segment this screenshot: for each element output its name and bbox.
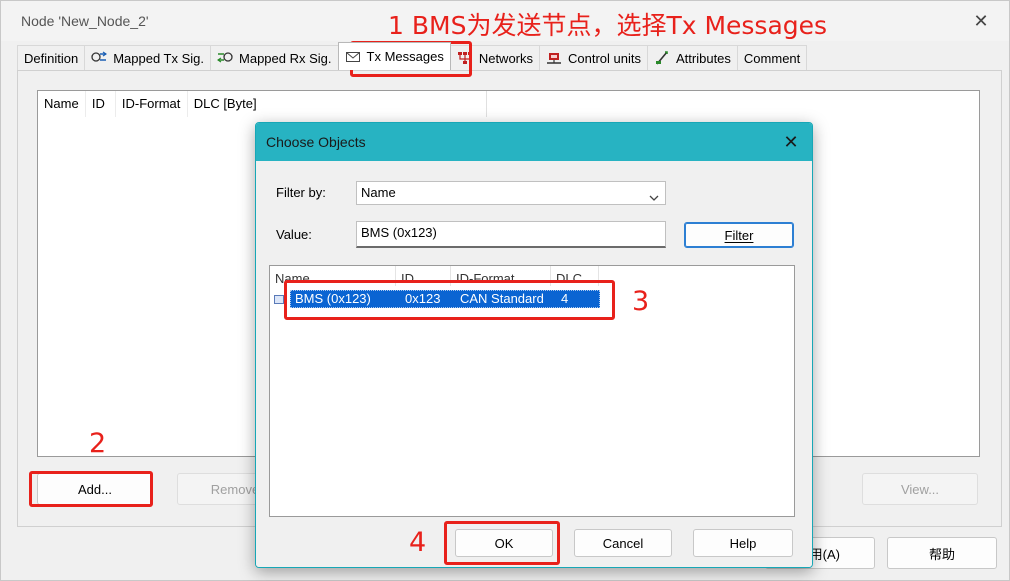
- column-header-id[interactable]: ID: [86, 91, 116, 117]
- help-button[interactable]: 帮助: [887, 537, 997, 569]
- tab-control-units[interactable]: Control units: [539, 45, 648, 70]
- tab-definition[interactable]: Definition: [17, 45, 86, 70]
- filter-by-value: Name: [361, 185, 396, 200]
- filter-button-label: Filter: [724, 227, 754, 243]
- annotation-step-3: 3: [632, 286, 650, 317]
- chevron-down-icon: [649, 188, 659, 201]
- attributes-icon: [654, 51, 670, 65]
- message-icon: [274, 294, 284, 304]
- tab-attributes[interactable]: Attributes: [647, 45, 738, 70]
- tab-label: Definition: [24, 50, 79, 66]
- value-input[interactable]: BMS (0x123): [356, 221, 666, 248]
- tab-label: Comment: [743, 50, 801, 66]
- tab-tx-messages[interactable]: Tx Messages: [337, 42, 451, 70]
- view-button[interactable]: View...: [862, 473, 978, 505]
- tab-mapped-rx-sig[interactable]: Mapped Rx Sig.: [210, 45, 339, 70]
- annotation-box-row: [284, 280, 615, 320]
- column-header-dlc[interactable]: DLC [Byte]: [188, 91, 486, 117]
- tab-mapped-tx-sig[interactable]: Mapped Tx Sig.: [84, 45, 212, 70]
- window-title: Node 'New_Node_2': [21, 13, 149, 29]
- mapped-rx-icon: [216, 51, 233, 65]
- tab-label: Attributes: [676, 50, 731, 66]
- tab-label: Mapped Rx Sig.: [239, 50, 332, 66]
- envelope-icon: [345, 50, 361, 64]
- tab-strip: Definition Mapped Tx Sig. Mapped Rx Sig.…: [17, 42, 808, 70]
- dialog-help-button[interactable]: Help: [693, 529, 793, 557]
- column-header-id-format[interactable]: ID-Format: [116, 91, 188, 117]
- tab-label: Control units: [568, 50, 641, 66]
- annotation-step-1: 1 BMS为发送节点，选择Tx Messages: [388, 11, 828, 40]
- close-icon[interactable]: ✕: [969, 10, 993, 32]
- annotation-step-2: 2: [89, 428, 107, 459]
- column-header-name[interactable]: Name: [38, 91, 86, 117]
- cancel-button[interactable]: Cancel: [574, 529, 672, 557]
- value-label: Value:: [276, 227, 312, 242]
- dialog-close-icon[interactable]: ✕: [778, 130, 804, 154]
- filter-by-select[interactable]: Name: [356, 181, 666, 205]
- tab-label: Mapped Tx Sig.: [113, 50, 205, 66]
- choose-objects-dialog: Choose Objects ✕ Filter by: Name Value: …: [255, 122, 813, 568]
- annotation-box-ok: [444, 521, 560, 565]
- mapped-tx-icon: [91, 51, 108, 65]
- control-unit-icon: [546, 51, 562, 65]
- filter-by-label: Filter by:: [276, 185, 326, 200]
- tab-label: Tx Messages: [366, 49, 444, 64]
- tab-comment[interactable]: Comment: [736, 45, 808, 70]
- tab-label: Networks: [478, 50, 534, 66]
- dialog-title-bar: Choose Objects ✕: [256, 123, 812, 161]
- filter-button[interactable]: Filter: [684, 222, 794, 248]
- annotation-step-4: 4: [409, 527, 427, 558]
- dialog-title: Choose Objects: [266, 134, 366, 150]
- annotation-box-add: [29, 471, 153, 507]
- list-header: Name ID ID-Format DLC [Byte]: [38, 91, 487, 117]
